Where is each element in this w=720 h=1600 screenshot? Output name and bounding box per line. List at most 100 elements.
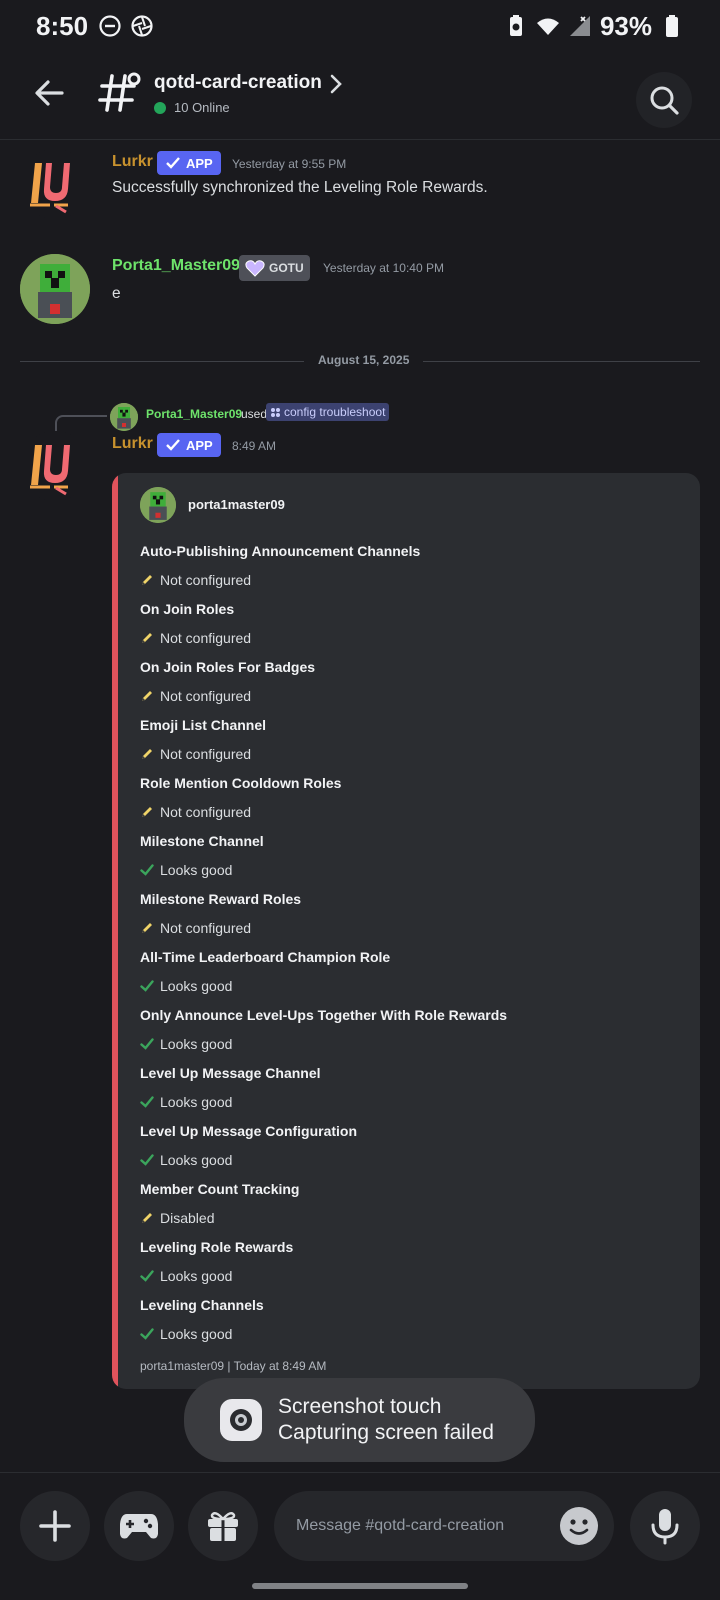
- check-icon: [140, 1096, 154, 1108]
- plus-icon: [39, 1510, 71, 1542]
- message-author[interactable]: Lurkr: [112, 435, 153, 453]
- embed-author-name: porta1master09: [188, 497, 285, 512]
- embed-field-value-text: Looks good: [160, 1152, 233, 1168]
- embed-field: Leveling Channels Looks good: [140, 1297, 680, 1344]
- message-author[interactable]: Lurkr: [112, 153, 153, 171]
- embed-accent-bar: [112, 473, 118, 1389]
- message-author[interactable]: Porta1_Master09: [112, 257, 240, 275]
- badge-label: GOTU: [269, 261, 304, 275]
- embed-field-value-text: Looks good: [160, 978, 233, 994]
- troubleshoot-embed: porta1master09 Auto-Publishing Announcem…: [112, 473, 700, 1389]
- embed-field: Role Mention Cooldown Roles Not configure…: [140, 775, 680, 822]
- battery-percent: 93%: [599, 10, 652, 41]
- app-badge: APP: [157, 433, 221, 457]
- embed-field-name: All-Time Leaderboard Champion Role: [140, 949, 391, 965]
- activities-button[interactable]: [104, 1491, 174, 1561]
- verified-check-icon: [166, 439, 180, 451]
- pencil-icon: [142, 807, 152, 817]
- verified-check-icon: [166, 157, 180, 169]
- avatar-lurkr[interactable]: [20, 149, 90, 219]
- message-input[interactable]: [296, 1517, 546, 1535]
- message-content: e: [112, 285, 121, 302]
- slash-command-mention[interactable]: config troubleshoot: [266, 403, 390, 421]
- embed-field-value-text: Not configured: [160, 804, 252, 820]
- back-arrow-icon: [35, 80, 64, 106]
- embed-author-avatar: [140, 487, 176, 523]
- microphone-icon: [651, 1509, 679, 1545]
- battery-icon: [666, 15, 678, 37]
- embed-field-name: Level Up Message Configuration: [140, 1123, 358, 1139]
- pencil-icon: [142, 923, 152, 933]
- embed-field-name: Role Mention Cooldown Roles: [140, 775, 342, 791]
- back-button[interactable]: [26, 70, 72, 116]
- embed-field: Auto-Publishing Announcement Channels Not…: [140, 543, 680, 590]
- lurkr-logo-icon: [30, 445, 70, 496]
- search-icon: [650, 86, 679, 115]
- embed-field: Milestone Reward Roles Not configured: [140, 891, 680, 938]
- command-icon: [271, 407, 280, 417]
- check-icon: [140, 1270, 154, 1282]
- embed-field-name: Only Announce Level-Ups Together With Ro…: [140, 1007, 508, 1023]
- date-divider-label: August 15, 2025: [304, 353, 424, 367]
- message-content: Successfully synchronized the Leveling R…: [112, 179, 488, 196]
- embed-field: Milestone Channel Looks good: [140, 833, 680, 880]
- embed-field-value-text: Looks good: [160, 1094, 233, 1110]
- embed-field-value: Disabled: [140, 1208, 680, 1228]
- pencil-icon: [142, 633, 152, 643]
- emoji-button[interactable]: [560, 1507, 598, 1545]
- pencil-icon: [142, 691, 152, 701]
- screenshot-toast: Screenshot touch Capturing screen failed: [184, 1378, 535, 1462]
- badge-label: APP: [186, 155, 213, 171]
- avatar-lurkr[interactable]: [20, 431, 90, 501]
- message-timestamp: 8:49 AM: [232, 439, 277, 453]
- embed-field-name: Auto-Publishing Announcement Channels: [140, 543, 421, 559]
- embed-field-value: Not configured: [140, 802, 680, 822]
- message-list[interactable]: Lurkr APP Yesterday at 9:55 PM Successfu…: [0, 141, 720, 1471]
- message-input-container[interactable]: [274, 1491, 614, 1561]
- heart-icon: [245, 260, 265, 277]
- embed-field-name: Member Count Tracking: [140, 1181, 300, 1197]
- embed-field-value-text: Disabled: [160, 1210, 215, 1226]
- embed-field-name: On Join Roles For Badges: [140, 659, 316, 675]
- gamepad-icon: [120, 1514, 158, 1539]
- badge-label: APP: [186, 437, 213, 453]
- embed-field-value-text: Looks good: [160, 1036, 233, 1052]
- embed-field-value: Looks good: [140, 1150, 680, 1170]
- embed-field-name: Milestone Reward Roles: [140, 891, 302, 907]
- channel-name[interactable]: qotd-card-creation: [154, 72, 322, 94]
- app-badge: APP: [157, 151, 221, 175]
- gift-icon: [208, 1512, 238, 1541]
- embed-field-value-text: Not configured: [160, 630, 252, 646]
- check-icon: [140, 1154, 154, 1166]
- creeper-avatar-icon: [140, 487, 176, 523]
- reply-username[interactable]: Porta1_Master09: [146, 407, 242, 421]
- camera-icon: [220, 1399, 262, 1441]
- home-indicator[interactable]: [252, 1583, 468, 1589]
- embed-field-name: Milestone Channel: [140, 833, 264, 849]
- embed-field: On Join Roles Not configured: [140, 601, 680, 648]
- chevron-right-icon[interactable]: [326, 72, 346, 96]
- embed-field-value-text: Not configured: [160, 688, 252, 704]
- signal-icon: [569, 16, 590, 36]
- reply-used-text: used: [241, 407, 268, 421]
- embed-field-value: Looks good: [140, 1324, 680, 1344]
- embed-field-name: Emoji List Channel: [140, 717, 267, 733]
- embed-field-value: Looks good: [140, 1092, 680, 1112]
- embed-field: Only Announce Level-Ups Together With Ro…: [140, 1007, 680, 1054]
- check-icon: [140, 1038, 154, 1050]
- check-icon: [140, 864, 154, 876]
- embed-field-value: Looks good: [140, 976, 680, 996]
- voice-message-button[interactable]: [630, 1491, 700, 1561]
- embed-field-value-text: Looks good: [160, 1268, 233, 1284]
- attach-button[interactable]: [20, 1491, 90, 1561]
- embed-field: Leveling Role Rewards Looks good: [140, 1239, 680, 1286]
- emoji-icon: [569, 1519, 589, 1535]
- pencil-icon: [142, 749, 152, 759]
- aperture-icon: [131, 15, 153, 37]
- avatar-porta1-master09[interactable]: [20, 254, 90, 324]
- gift-button[interactable]: [188, 1491, 258, 1561]
- reply-avatar[interactable]: [110, 403, 138, 431]
- embed-field-value: Not configured: [140, 628, 680, 648]
- search-button[interactable]: [636, 72, 692, 128]
- reply-connector: [55, 415, 107, 431]
